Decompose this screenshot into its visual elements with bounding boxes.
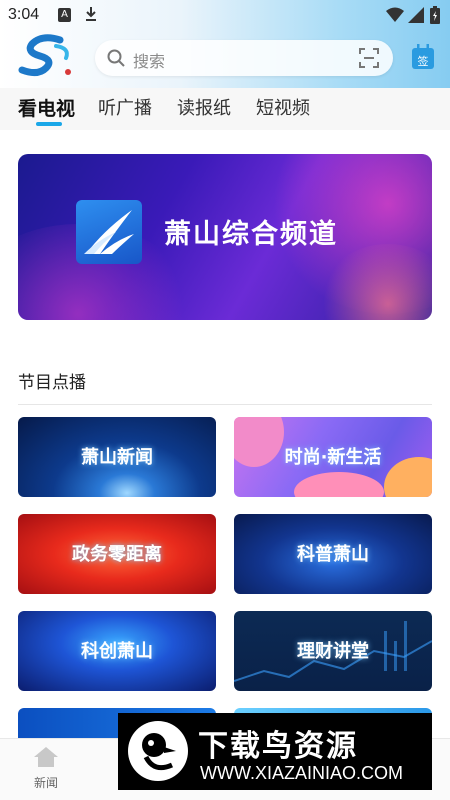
search-bar[interactable]: 搜索 <box>95 40 393 76</box>
watermark-brand: 下载鸟资源 <box>198 729 358 764</box>
search-icon <box>107 49 125 67</box>
tab-indicator <box>36 122 62 126</box>
wifi-icon <box>386 7 404 22</box>
program-card[interactable]: 萧山新闻 <box>18 417 216 497</box>
program-label: 时尚·新生活 <box>284 447 382 468</box>
home-icon <box>34 747 58 767</box>
status-bar: 3:04 A <box>0 0 450 30</box>
watermark-overlay: 下载鸟资源 WWW.XIAZAINIAO.COM <box>118 713 432 790</box>
tab-read-newspaper[interactable]: 读报纸 <box>177 94 231 120</box>
program-card[interactable]: 政务零距离 <box>18 514 216 594</box>
program-card[interactable]: 科创萧山 <box>18 611 216 691</box>
watermark-url: WWW.XIAZAINIAO.COM <box>200 763 403 783</box>
program-label: 科创萧山 <box>81 641 153 662</box>
download-icon <box>86 7 96 21</box>
program-label: 理财讲堂 <box>297 641 369 662</box>
watermark-logo <box>128 721 188 781</box>
status-time: 3:04 <box>8 6 40 23</box>
calendar-signin-icon[interactable]: 签 <box>411 44 435 70</box>
channel-logo <box>76 200 142 264</box>
bird-logo-icon <box>142 733 176 771</box>
channel-banner[interactable]: 萧山综合频道 <box>18 154 432 320</box>
nav-item-news[interactable]: 新闻 <box>26 746 66 791</box>
program-label: 政务零距离 <box>72 544 162 565</box>
program-card[interactable]: 理财讲堂 <box>234 611 432 691</box>
program-label: 科普萧山 <box>297 544 369 565</box>
program-card[interactable]: 科普萧山 <box>234 514 432 594</box>
program-label: 萧山新闻 <box>81 447 153 468</box>
app-logo <box>18 34 71 77</box>
scan-icon[interactable] <box>359 48 379 68</box>
section-title: 节目点播 <box>18 373 86 393</box>
tab-short-video[interactable]: 短视频 <box>256 94 310 120</box>
nav-label: 新闻 <box>33 776 58 790</box>
wing-logo-icon <box>84 210 134 254</box>
tab-listen-radio[interactable]: 听广播 <box>98 94 152 120</box>
banner-title: 萧山综合频道 <box>164 219 338 250</box>
search-placeholder: 搜索 <box>133 52 166 71</box>
signal-icon <box>408 7 424 23</box>
signin-label: 签 <box>418 54 429 68</box>
program-card[interactable]: 时尚·新生活 <box>234 417 432 497</box>
tab-bar: 看电视 听广播 读报纸 短视频 <box>0 88 450 130</box>
decor-blob <box>294 472 384 497</box>
notification-a-icon: A <box>58 8 71 22</box>
section-divider <box>18 404 432 405</box>
tab-watch-tv[interactable]: 看电视 <box>18 94 75 121</box>
battery-icon <box>430 6 440 24</box>
